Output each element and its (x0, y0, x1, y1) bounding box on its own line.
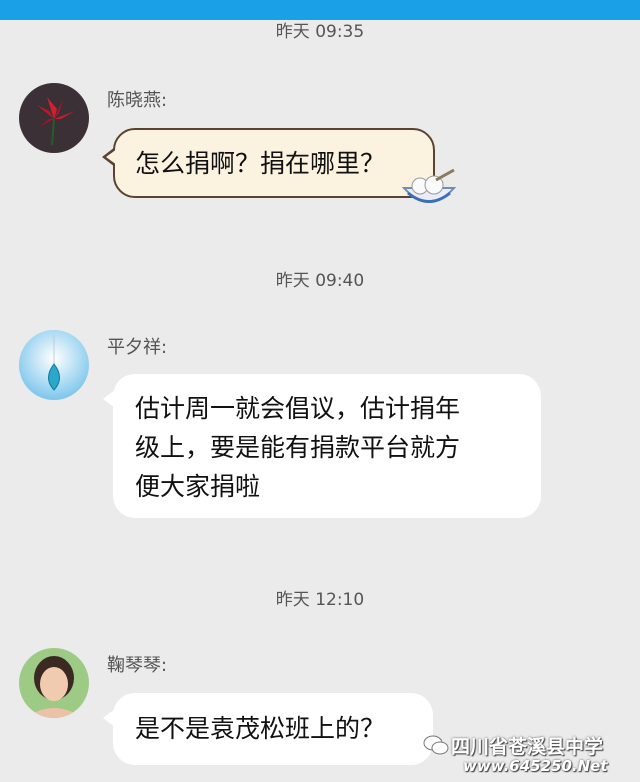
timestamp: 昨天 09:40 (275, 271, 365, 291)
rice-ball-bowl-sticker (401, 168, 457, 203)
watermark-site: www.645250.Net (463, 757, 608, 775)
message-bubble[interactable]: 估计周一就会倡议，估计捐年 级上，要是能有捐款平台就方 便大家捐啦 (103, 374, 541, 518)
wechat-icon (423, 735, 449, 755)
message-text-line: 便大家捐啦 (135, 472, 261, 501)
timestamp: 昨天 12:10 (275, 590, 365, 610)
message-text-line: 估计周一就会倡议，估计捐年 (135, 394, 461, 423)
message-text: 怎么捐啊？捐在哪里？ (135, 149, 386, 178)
watermark: 四川省苍溪县中学 www.645250.Net (423, 730, 633, 778)
sender-name: 陈晓燕: (107, 90, 168, 111)
avatar[interactable] (19, 330, 89, 400)
message-text-line: 级上，要是能有捐款平台就方 (135, 433, 461, 462)
sender-name: 鞠琴琴: (107, 655, 168, 676)
flower-avatar-image (19, 83, 89, 153)
message-text: 是不是袁茂松班上的？ (135, 714, 386, 743)
avatar[interactable] (19, 83, 89, 153)
watermark-name: 四川省苍溪县中学 (451, 736, 604, 758)
sender-name: 平夕祥: (107, 337, 168, 358)
timestamp: 昨天 09:35 (275, 22, 365, 42)
message-bubble[interactable]: 是不是袁茂松班上的？ (103, 693, 433, 765)
pendant-avatar-image (19, 330, 89, 400)
avatar[interactable] (19, 648, 89, 718)
message-bubble[interactable]: 怎么捐啊？捐在哪里？ (102, 128, 435, 198)
portrait-avatar-image (19, 648, 89, 718)
